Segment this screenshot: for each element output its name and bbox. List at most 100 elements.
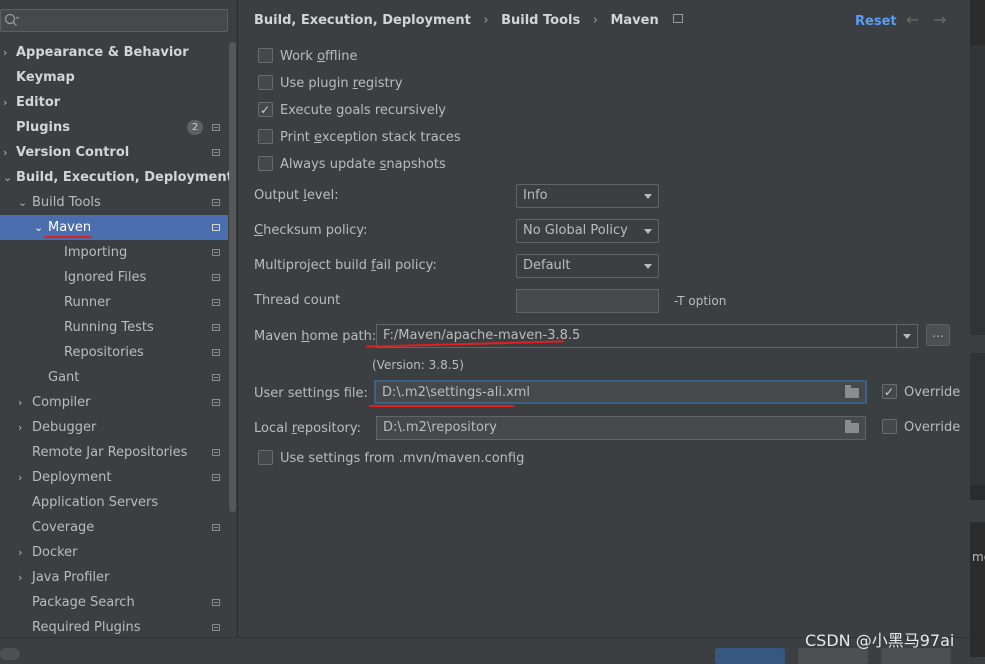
multiproject-fail-policy-dropdown[interactable]: Default	[516, 254, 659, 278]
reset-link[interactable]: Reset	[855, 14, 897, 29]
tree-item-application-servers[interactable]: Application Servers	[0, 490, 228, 515]
folder-icon[interactable]	[845, 420, 859, 433]
tree-item-java-profiler[interactable]: › Java Profiler	[0, 565, 228, 590]
project-level-icon	[212, 399, 220, 406]
tree-item-package-search[interactable]: Package Search	[0, 590, 228, 615]
tree-item-remote-jar-repositories[interactable]: Remote Jar Repositories	[0, 440, 228, 465]
output-level-label: Output level:	[254, 188, 339, 203]
tree-item-ignored-files[interactable]: Ignored Files	[0, 265, 228, 290]
print-exception-checkbox[interactable]	[258, 129, 273, 144]
chevron-right-icon[interactable]: ›	[3, 140, 15, 165]
watermark-text: CSDN @小黑马97ai	[805, 631, 955, 650]
back-arrow-icon[interactable]: ←	[906, 10, 919, 29]
tree-item-runner[interactable]: Runner	[0, 290, 228, 315]
tree-item-repositories[interactable]: Repositories	[0, 340, 228, 365]
tree-item-build-tools[interactable]: ⌄ Build Tools	[0, 190, 228, 215]
settings-search-input[interactable]	[0, 9, 228, 32]
execute-goals-option[interactable]: Execute goals recursively	[258, 100, 446, 121]
forward-arrow-icon[interactable]: →	[933, 10, 946, 29]
tree-item-label: Build Tools	[32, 195, 101, 210]
breadcrumb-item[interactable]: Build Tools	[501, 13, 580, 28]
chevron-right-icon[interactable]: ›	[3, 90, 15, 115]
tree-item-editor[interactable]: › Editor	[0, 90, 228, 115]
breadcrumb-separator: ›	[592, 13, 598, 28]
tree-item-running-tests[interactable]: Running Tests	[0, 315, 228, 340]
tree-item-maven[interactable]: ⌄ Maven	[0, 215, 228, 240]
tree-item-docker[interactable]: › Docker	[0, 540, 228, 565]
field-value: D:\.m2\repository	[383, 420, 497, 435]
mnemonic: o	[317, 49, 326, 64]
use-plugin-registry-option[interactable]: Use plugin registry	[258, 74, 403, 94]
tree-item-label: Ignored Files	[64, 270, 147, 285]
always-update-snapshots-option[interactable]: Always update snapshots	[258, 155, 446, 175]
dropdown-caret-icon	[644, 264, 652, 269]
tree-item-compiler[interactable]: › Compiler	[0, 390, 228, 415]
local-repository-override-option[interactable]: Override	[882, 418, 960, 438]
chevron-right-icon[interactable]: ›	[18, 465, 30, 490]
tree-item-label: Application Servers	[32, 495, 159, 510]
use-plugin-registry-checkbox[interactable]	[258, 75, 273, 90]
tree-item-appearance[interactable]: › Appearance & Behavior	[0, 40, 228, 65]
always-update-snapshots-checkbox[interactable]	[258, 156, 273, 171]
checksum-policy-dropdown[interactable]: No Global Policy	[516, 219, 659, 243]
mnemonic: e	[314, 130, 322, 145]
user-settings-input[interactable]: D:\.m2\settings-ali.xml	[374, 380, 867, 404]
background-editor-row	[970, 335, 985, 353]
option-label: egistry	[357, 76, 403, 91]
tree-item-label: Gant	[48, 370, 80, 385]
local-repository-input[interactable]: D:\.m2\repository	[376, 416, 866, 440]
project-level-icon	[212, 149, 220, 156]
print-exception-option[interactable]: Print exception stack traces	[258, 128, 461, 148]
maven-version-text: (Version: 3.8.5)	[372, 358, 464, 372]
maven-home-browse-button[interactable]: ...	[926, 324, 950, 346]
chevron-down-icon[interactable]: ⌄	[3, 165, 15, 190]
mvn-config-checkbox[interactable]	[258, 450, 273, 465]
local-repository-override-checkbox[interactable]	[882, 419, 897, 434]
maven-home-label: Maven home path:	[254, 329, 377, 344]
multiproject-fail-policy-label: Multiproject build fail policy:	[254, 258, 437, 273]
option-label: Work	[280, 49, 318, 64]
tree-item-label: Appearance & Behavior	[16, 45, 189, 60]
project-level-icon	[212, 324, 220, 331]
tree-item-deployment[interactable]: › Deployment	[0, 465, 228, 490]
option-label: Use settings from .mvn/maven.config	[280, 451, 525, 466]
mvn-config-option[interactable]: Use settings from .mvn/maven.config	[258, 449, 524, 469]
tree-item-importing[interactable]: Importing	[0, 240, 228, 265]
tree-item-label: Plugins	[16, 120, 70, 135]
help-button[interactable]	[0, 648, 20, 660]
option-label: xception stack traces	[321, 130, 461, 145]
tree-item-debugger[interactable]: › Debugger	[0, 415, 228, 440]
tree-item-build-execution-deployment[interactable]: ⌄ Build, Execution, Deployment	[0, 165, 233, 190]
chevron-down-icon[interactable]: ⌄	[18, 190, 30, 215]
breadcrumb-item[interactable]: Maven	[610, 13, 658, 28]
option-label: oals recursively	[344, 103, 446, 118]
chevron-right-icon[interactable]: ›	[18, 565, 30, 590]
chevron-right-icon[interactable]: ›	[18, 415, 30, 440]
tree-item-label: Runner	[64, 295, 111, 310]
sidebar-scrollbar[interactable]	[229, 42, 236, 512]
project-level-icon	[212, 249, 220, 256]
combobox-arrow-icon[interactable]	[896, 325, 917, 347]
tree-item-label: Editor	[16, 95, 61, 110]
chevron-right-icon[interactable]: ›	[3, 40, 15, 65]
folder-icon[interactable]	[845, 385, 859, 398]
tree-item-gant[interactable]: Gant	[0, 365, 228, 390]
output-level-dropdown[interactable]: Info	[516, 184, 659, 208]
execute-goals-checkbox[interactable]	[258, 100, 273, 120]
tree-item-coverage[interactable]: Coverage	[0, 515, 228, 540]
work-offline-option[interactable]: Work offline	[258, 47, 357, 67]
user-settings-override-checkbox[interactable]	[882, 382, 897, 402]
work-offline-checkbox[interactable]	[258, 48, 273, 63]
thread-count-input[interactable]	[516, 289, 659, 313]
chevron-right-icon[interactable]: ›	[18, 540, 30, 565]
tree-item-keymap[interactable]: Keymap	[0, 65, 228, 90]
tree-item-version-control[interactable]: › Version Control	[0, 140, 228, 165]
user-settings-override-option[interactable]: Override	[882, 382, 960, 403]
tree-item-plugins[interactable]: Plugins 2	[0, 115, 228, 140]
project-level-icon	[212, 524, 220, 531]
ok-button[interactable]	[715, 648, 785, 664]
background-editor-strip: mo	[970, 0, 985, 657]
breadcrumb-item[interactable]: Build, Execution, Deployment	[254, 13, 471, 28]
option-label: Execute	[280, 103, 337, 118]
chevron-right-icon[interactable]: ›	[18, 390, 30, 415]
